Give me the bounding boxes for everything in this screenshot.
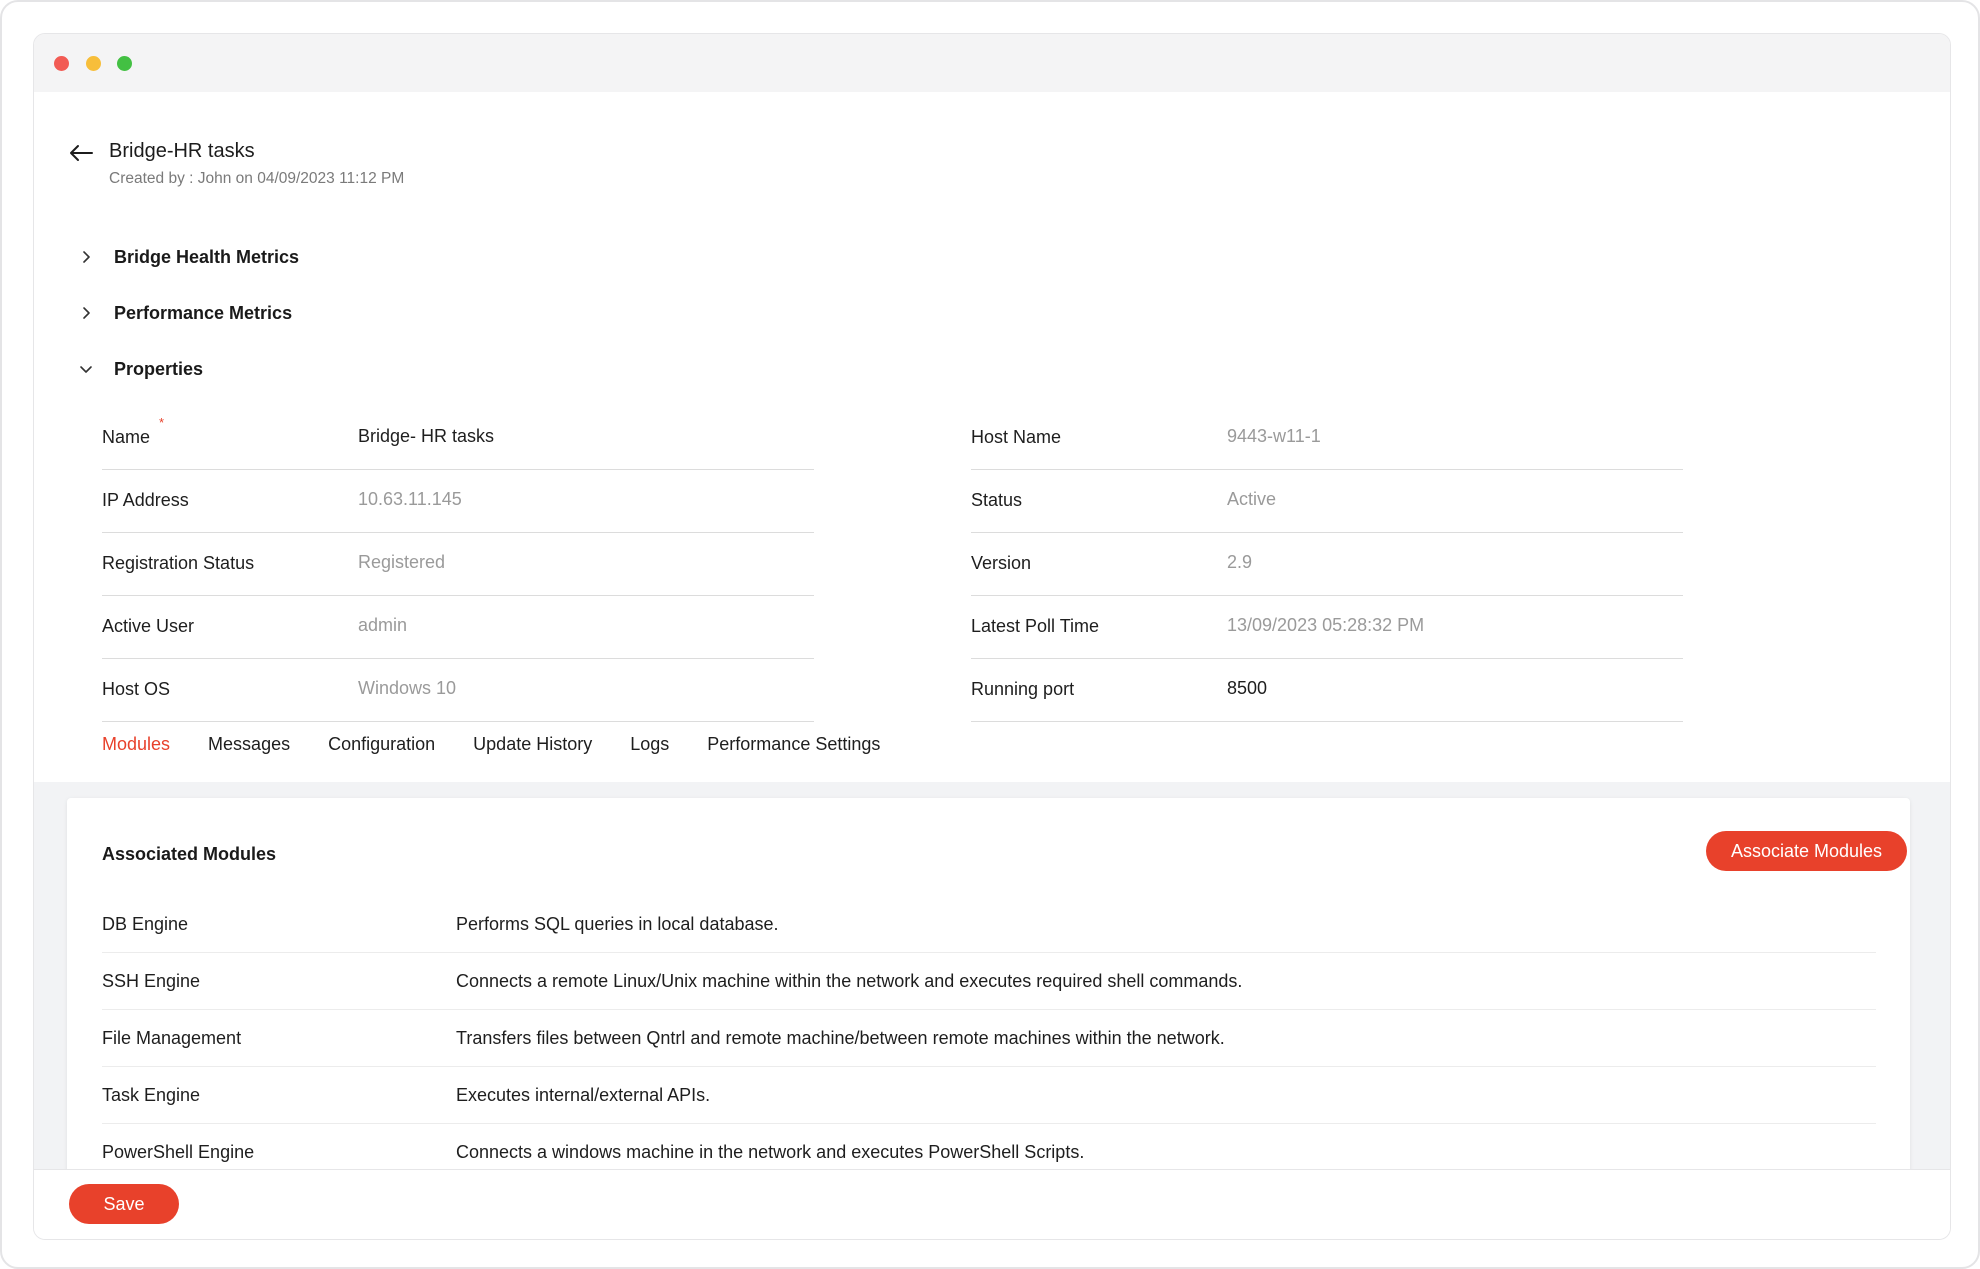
module-description: Executes internal/external APIs. [456, 1085, 711, 1105]
property-value: 13/09/2023 05:28:32 PM [1227, 615, 1425, 635]
module-name: File Management [102, 1028, 242, 1048]
property-label: Active User [102, 616, 195, 636]
tab-logs[interactable]: Logs [630, 734, 669, 755]
property-row-active-user: Active User admin [102, 596, 814, 659]
property-row-version: Version 2.9 [971, 533, 1683, 596]
module-description: Performs SQL queries in local database. [456, 914, 779, 934]
tab-modules[interactable]: Modules [102, 734, 170, 755]
property-row-running-port: Running port 8500 [971, 659, 1683, 722]
save-button[interactable]: Save [69, 1184, 179, 1224]
page-subtitle: Created by : John on 04/09/2023 11:12 PM [109, 170, 405, 187]
property-row-latest-poll-time: Latest Poll Time 13/09/2023 05:28:32 PM [971, 596, 1683, 659]
window-close-dot[interactable] [54, 56, 69, 71]
property-label: Host OS [102, 679, 171, 699]
required-indicator: * [159, 415, 165, 430]
tab-performance-settings[interactable]: Performance Settings [707, 734, 880, 755]
section-bridge-health-metrics[interactable]: Bridge Health Metrics [74, 245, 299, 269]
section-label: Properties [114, 358, 204, 379]
property-value: Windows 10 [358, 678, 457, 698]
property-value[interactable]: 8500 [1227, 678, 1267, 699]
property-value: 2.9 [1227, 552, 1253, 572]
module-row-task-engine: Task Engine Executes internal/external A… [102, 1067, 1876, 1124]
property-label: Latest Poll Time [971, 616, 1100, 636]
window-titlebar [34, 34, 1950, 92]
tab-messages[interactable]: Messages [208, 734, 290, 755]
tab-update-history[interactable]: Update History [473, 734, 592, 755]
property-row-host-name: Host Name 9443-w11-1 [971, 407, 1683, 470]
property-label: Host Name [971, 427, 1062, 447]
page-title: Bridge-HR tasks [109, 140, 255, 162]
property-value: 10.63.11.145 [358, 489, 462, 509]
property-label: Running port [971, 679, 1075, 699]
chevron-down-icon [74, 357, 98, 381]
property-value: Registered [358, 552, 446, 572]
property-value: Active [1227, 489, 1277, 509]
property-row-ip-address: IP Address 10.63.11.145 [102, 470, 814, 533]
module-row-ssh-engine: SSH Engine Connects a remote Linux/Unix … [102, 953, 1876, 1010]
associate-modules-button[interactable]: Associate Modules [1706, 831, 1907, 871]
section-performance-metrics[interactable]: Performance Metrics [74, 301, 292, 325]
property-row-name: Name * Bridge- HR tasks [102, 407, 814, 470]
back-button[interactable] [64, 138, 98, 172]
module-name: DB Engine [102, 914, 189, 934]
property-row-host-os: Host OS Windows 10 [102, 659, 814, 722]
app-window: Bridge-HR tasks Created by : John on 04/… [33, 33, 1951, 1240]
window-maximize-dot[interactable] [117, 56, 132, 71]
arrow-left-icon [68, 143, 94, 168]
section-label: Performance Metrics [114, 302, 293, 323]
property-value: 9443-w11-1 [1227, 426, 1321, 446]
module-description: Connects a windows machine in the networ… [456, 1142, 1085, 1162]
module-name: SSH Engine [102, 971, 201, 991]
associated-modules-card: Associated Modules Associate Modules DB … [67, 798, 1910, 1210]
property-row-status: Status Active [971, 470, 1683, 533]
tab-configuration[interactable]: Configuration [328, 734, 435, 755]
property-label: Registration Status [102, 553, 255, 573]
screenshot-frame: Bridge-HR tasks Created by : John on 04/… [0, 0, 1980, 1269]
window-minimize-dot[interactable] [86, 56, 101, 71]
property-row-registration-status: Registration Status Registered [102, 533, 814, 596]
property-label: Version [971, 553, 1032, 573]
card-title: Associated Modules [102, 844, 277, 864]
module-row-db-engine: DB Engine Performs SQL queries in local … [102, 896, 1876, 953]
property-label: IP Address [102, 490, 189, 510]
property-label: Status [971, 490, 1023, 510]
module-name: Task Engine [102, 1085, 201, 1105]
module-row-file-management: File Management Transfers files between … [102, 1010, 1876, 1067]
property-value: admin [358, 615, 408, 635]
module-description: Transfers files between Qntrl and remote… [456, 1028, 1225, 1048]
property-label: Name [102, 427, 151, 447]
section-properties[interactable]: Properties [74, 357, 203, 381]
footer-bar: Save [34, 1169, 1950, 1239]
module-description: Connects a remote Linux/Unix machine wit… [456, 971, 1243, 991]
chevron-right-icon [74, 245, 98, 269]
chevron-right-icon [74, 301, 98, 325]
detail-tabs: Modules Messages Configuration Update Hi… [102, 734, 918, 755]
section-label: Bridge Health Metrics [114, 246, 300, 267]
property-value[interactable]: Bridge- HR tasks [358, 426, 494, 447]
module-name: PowerShell Engine [102, 1142, 255, 1162]
